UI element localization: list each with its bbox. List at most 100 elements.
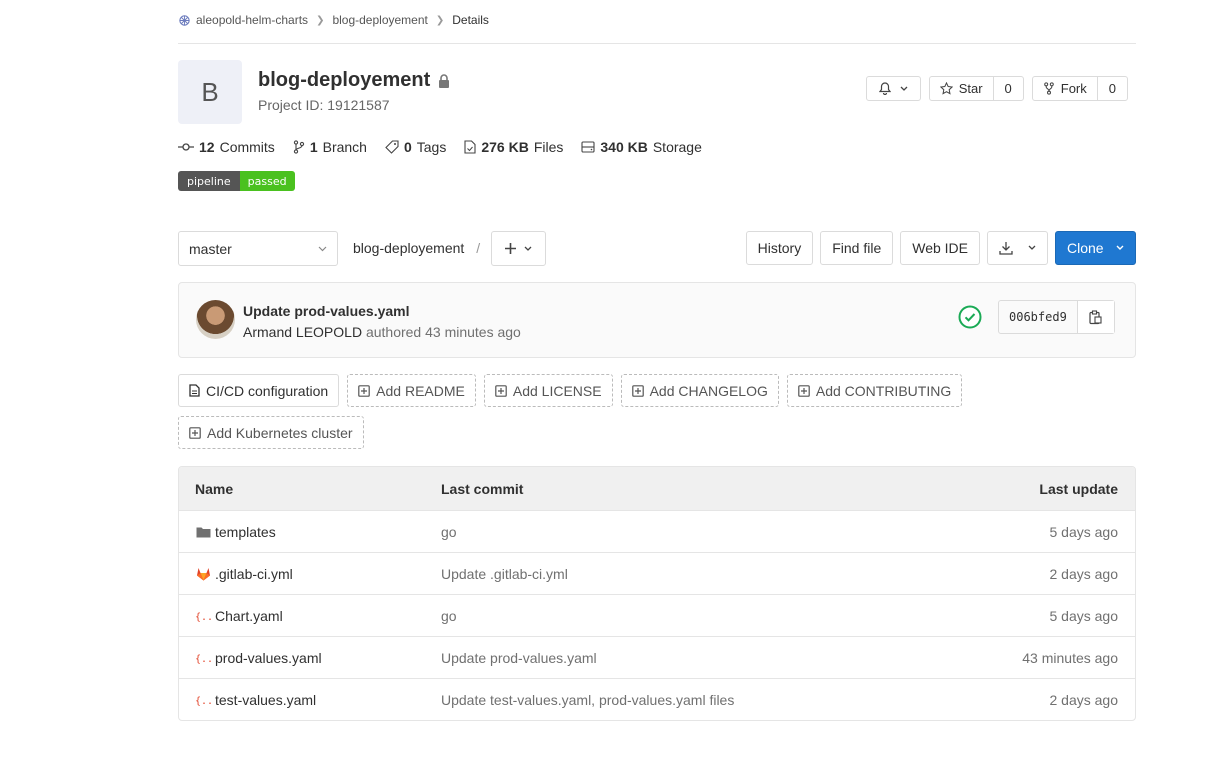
repo-path: blog-deployement / bbox=[353, 240, 489, 256]
header-last-update: Last update bbox=[1039, 480, 1118, 497]
divider bbox=[178, 43, 1136, 44]
table-row[interactable]: {..} Chart.yaml go 5 days ago bbox=[179, 594, 1135, 636]
project-name: blog-deployement bbox=[258, 69, 431, 91]
quick-link-label: CI/CD configuration bbox=[206, 382, 329, 399]
file-name-cell: .gitlab-ci.yml bbox=[179, 566, 441, 582]
file-name-link[interactable]: prod-values.yaml bbox=[215, 650, 322, 666]
file-commit-link[interactable]: go bbox=[441, 608, 891, 624]
commit-meta: Armand LEOPOLD authored 43 minutes ago bbox=[243, 324, 521, 340]
breadcrumb: aleopold-helm-charts ❯ blog-deployement … bbox=[178, 12, 489, 28]
gitlab-icon bbox=[195, 566, 211, 582]
file-updated: 2 days ago bbox=[1049, 691, 1119, 708]
branch-name: master bbox=[189, 240, 232, 257]
breadcrumb-group-link[interactable]: aleopold-helm-charts bbox=[196, 13, 308, 27]
commit-sha[interactable]: 006bfed9 bbox=[999, 301, 1077, 333]
commit-title[interactable]: Update prod-values.yaml bbox=[243, 303, 410, 319]
page-title: blog-deployement bbox=[258, 69, 450, 92]
table-row[interactable]: {..} prod-values.yaml Update prod-values… bbox=[179, 636, 1135, 678]
file-commit-link[interactable]: Update .gitlab-ci.yml bbox=[441, 566, 891, 582]
branch-icon bbox=[293, 140, 304, 154]
stat-label: Commits bbox=[219, 139, 275, 155]
header-actions: Star 0 Fork 0 bbox=[865, 76, 1128, 101]
stat-value: 340 KB bbox=[600, 139, 648, 155]
file-name-link[interactable]: templates bbox=[215, 524, 276, 540]
commit-author[interactable]: Armand LEOPOLD bbox=[243, 324, 362, 340]
pipeline-badge[interactable]: pipeline passed bbox=[178, 171, 295, 191]
path-separator: / bbox=[476, 240, 481, 256]
file-updated: 43 minutes ago bbox=[1022, 649, 1118, 666]
download-dropdown[interactable] bbox=[987, 231, 1048, 265]
fork-button[interactable]: Fork 0 bbox=[1031, 76, 1128, 101]
file-name-cell: {..} prod-values.yaml bbox=[179, 650, 441, 666]
quick-link-label: Add README bbox=[376, 382, 465, 399]
plus-square-icon bbox=[358, 384, 370, 397]
file-name-cell: {..} test-values.yaml bbox=[179, 692, 441, 708]
copy-sha-button[interactable] bbox=[1076, 301, 1114, 333]
repo-root-link[interactable]: blog-deployement bbox=[353, 240, 464, 256]
last-commit-panel: Update prod-values.yaml Armand LEOPOLD a… bbox=[178, 282, 1136, 358]
header-last-commit: Last commit bbox=[441, 480, 524, 497]
breadcrumb-project-link[interactable]: blog-deployement bbox=[332, 13, 427, 27]
stat-label: Storage bbox=[652, 139, 702, 155]
chevron-down-icon bbox=[900, 86, 908, 91]
chevron-right-icon: ❯ bbox=[435, 14, 445, 26]
commit-icon bbox=[178, 143, 194, 151]
notification-dropdown[interactable] bbox=[865, 76, 921, 101]
yaml-file-icon: {..} bbox=[195, 692, 211, 708]
pipeline-badge-label: pipeline bbox=[178, 171, 240, 191]
quick-link-label: Add CONTRIBUTING bbox=[815, 382, 952, 399]
fork-count[interactable]: 0 bbox=[1096, 77, 1127, 100]
file-name-link[interactable]: Chart.yaml bbox=[215, 608, 283, 624]
table-row[interactable]: .gitlab-ci.yml Update .gitlab-ci.yml 2 d… bbox=[179, 552, 1135, 594]
stat-label: Tags bbox=[416, 139, 447, 155]
file-commit-link[interactable]: Update test-values.yaml, prod-values.yam… bbox=[441, 692, 891, 708]
file-name-link[interactable]: .gitlab-ci.yml bbox=[215, 566, 293, 582]
bell-icon bbox=[878, 82, 891, 95]
table-row[interactable]: templates go 5 days ago bbox=[179, 510, 1135, 552]
author-avatar[interactable] bbox=[196, 300, 235, 339]
table-row[interactable]: {..} test-values.yaml Update test-values… bbox=[179, 678, 1135, 720]
file-name-link[interactable]: test-values.yaml bbox=[215, 692, 316, 708]
pipeline-badge-status: passed bbox=[239, 171, 295, 191]
file-name-cell: templates bbox=[179, 524, 441, 540]
cicd-config-button[interactable]: CI/CD configuration bbox=[178, 374, 340, 407]
add-file-dropdown[interactable] bbox=[491, 231, 546, 266]
file-commit-link[interactable]: go bbox=[441, 524, 891, 540]
add-license-button[interactable]: Add LICENSE bbox=[483, 374, 613, 407]
add-changelog-button[interactable]: Add CHANGELOG bbox=[620, 374, 779, 407]
clone-dropdown[interactable]: Clone bbox=[1055, 231, 1136, 265]
history-button[interactable]: History bbox=[745, 231, 814, 265]
web-ide-button[interactable]: Web IDE bbox=[900, 231, 980, 265]
file-icon bbox=[189, 384, 200, 397]
star-count[interactable]: 0 bbox=[992, 77, 1023, 100]
stat-commits[interactable]: 12 Commits bbox=[178, 139, 275, 155]
group-logo-icon bbox=[179, 14, 190, 26]
stat-tags[interactable]: 0 Tags bbox=[385, 139, 446, 155]
pipeline-success-icon[interactable] bbox=[958, 305, 982, 329]
chevron-down-icon bbox=[318, 246, 327, 251]
file-tree-table: Name Last commit Last update templates g… bbox=[178, 466, 1136, 721]
file-updated: 2 days ago bbox=[1049, 565, 1119, 582]
svg-text:{..}: {..} bbox=[195, 654, 211, 664]
stat-value: 12 bbox=[199, 139, 215, 155]
branch-selector[interactable]: master bbox=[178, 231, 338, 266]
find-file-button[interactable]: Find file bbox=[820, 231, 894, 265]
file-name-cell: {..} Chart.yaml bbox=[179, 608, 441, 624]
stat-storage[interactable]: 340 KB Storage bbox=[581, 139, 702, 155]
add-contributing-button[interactable]: Add CONTRIBUTING bbox=[786, 374, 963, 407]
stat-label: Files bbox=[533, 139, 564, 155]
star-button[interactable]: Star 0 bbox=[928, 76, 1024, 101]
add-readme-button[interactable]: Add README bbox=[347, 374, 476, 407]
stat-value: 0 bbox=[403, 139, 412, 155]
download-icon bbox=[999, 242, 1013, 255]
stat-files[interactable]: 276 KB Files bbox=[464, 139, 563, 155]
stat-branches[interactable]: 1 Branch bbox=[293, 139, 367, 155]
yaml-file-icon: {..} bbox=[195, 608, 211, 624]
file-commit-link[interactable]: Update prod-values.yaml bbox=[441, 650, 891, 666]
table-header: Name Last commit Last update bbox=[179, 467, 1135, 510]
add-kubernetes-cluster-button[interactable]: Add Kubernetes cluster bbox=[178, 416, 364, 449]
star-icon bbox=[939, 82, 953, 95]
storage-icon bbox=[581, 141, 595, 153]
commit-sha-group: 006bfed9 bbox=[998, 300, 1115, 334]
stat-value: 1 bbox=[309, 139, 318, 155]
